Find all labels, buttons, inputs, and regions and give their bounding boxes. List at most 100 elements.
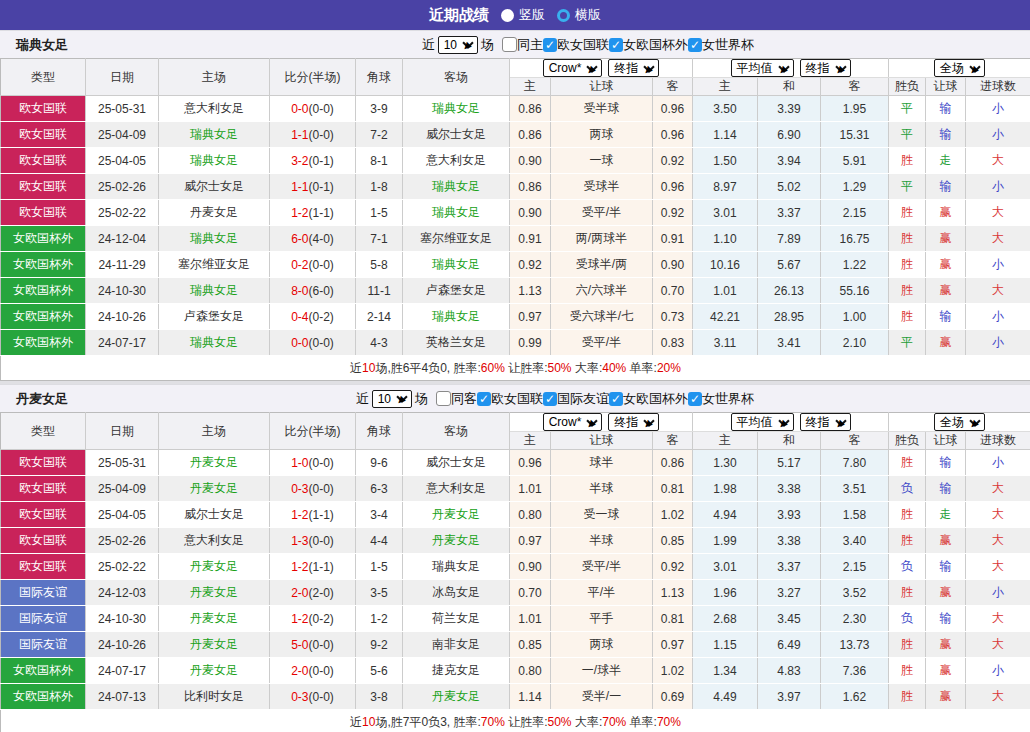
- goals-result: 大: [966, 684, 1030, 710]
- period-select[interactable]: 全场 ▼: [934, 413, 985, 431]
- competition-badge: 欧女国联: [1, 528, 86, 554]
- competition-checkbox[interactable]: ✓: [609, 392, 623, 406]
- column-header: 类型: [1, 413, 86, 450]
- win-loss-result: 胜: [889, 632, 926, 658]
- avg-draw-odds: 5.67: [758, 252, 821, 278]
- radio-vertical-icon: [501, 9, 514, 22]
- avg-home-odds: 1.15: [693, 632, 758, 658]
- summary-row: 近10场,胜6平4负0, 胜率:60% 让胜率:50% 大率:40% 单率:20…: [1, 356, 1030, 381]
- away-odds: 1.02: [653, 502, 693, 528]
- matches-count-select[interactable]: 10▼: [438, 36, 478, 54]
- competition-checkbox[interactable]: ✓: [688, 38, 702, 52]
- home-odds: 1.13: [510, 278, 551, 304]
- chevron-down-icon: ▼: [969, 61, 980, 72]
- avg-home-odds: 42.21: [693, 304, 758, 330]
- matches-count-select[interactable]: 10▼: [372, 390, 412, 408]
- handicap: 受六球半/七: [551, 304, 653, 330]
- match-date: 24-11-29: [86, 252, 159, 278]
- competition-badge: 欧女国联: [1, 200, 86, 226]
- bookmaker-select[interactable]: Crow*▼: [543, 413, 603, 431]
- radio-vertical[interactable]: 竖版: [501, 6, 545, 24]
- bookmaker-select[interactable]: Crow*▼: [543, 59, 603, 77]
- match-row: 女欧国杯外 24-07-17 丹麦女足 2-0(0-0) 5-6 捷克女足 0.…: [1, 658, 1030, 684]
- match-date: 25-04-05: [86, 502, 159, 528]
- home-odds: 0.86: [510, 122, 551, 148]
- competition-label: 欧女国联: [491, 390, 543, 408]
- match-score: 1-2(1-1): [270, 502, 356, 528]
- radio-vertical-label: 竖版: [519, 6, 545, 24]
- sub-column-header: 和: [758, 432, 821, 450]
- fulltime-score: 1-1: [291, 128, 308, 142]
- match-score: 5-0(0-0): [270, 632, 356, 658]
- away-team: 丹麦女足: [403, 528, 510, 554]
- home-odds: 0.86: [510, 174, 551, 200]
- match-row: 女欧国杯外 24-07-17 瑞典女足 0-0(0-0) 4-3 英格兰女足 0…: [1, 330, 1030, 356]
- match-row: 欧女国联 25-02-22 丹麦女足 1-2(1-1) 1-5 瑞典女足 0.9…: [1, 200, 1030, 226]
- filter-controls: 近10▼场同客✓欧女国联✓国际友谊✓女欧国杯外✓女世界杯: [356, 390, 754, 408]
- win-loss-result: 胜: [889, 200, 926, 226]
- fulltime-score: 1-2: [291, 560, 308, 574]
- same-side-checkbox[interactable]: [502, 37, 517, 52]
- home-team: 丹麦女足: [159, 632, 270, 658]
- chevron-down-icon: ▼: [644, 415, 655, 426]
- win-loss-result: 胜: [889, 528, 926, 554]
- goals-result: 大: [966, 476, 1030, 502]
- handicap-result: 赢: [926, 632, 966, 658]
- avg-time-select[interactable]: 终指 ▼: [800, 59, 851, 77]
- handicap: 六/六球半: [551, 278, 653, 304]
- home-team: 瑞典女足: [159, 226, 270, 252]
- competition-checkbox[interactable]: ✓: [609, 38, 623, 52]
- competition-badge: 女欧国杯外: [1, 278, 86, 304]
- radio-horizontal[interactable]: 横版: [557, 6, 601, 24]
- home-team: 瑞典女足: [159, 122, 270, 148]
- average-select[interactable]: 平均值▼: [731, 413, 794, 431]
- column-header: 主场: [159, 59, 270, 96]
- avg-draw-odds: 5.02: [758, 174, 821, 200]
- avg-away-odds: 3.51: [821, 476, 889, 502]
- fulltime-score: 1-2: [291, 612, 308, 626]
- avg-away-odds: 7.80: [821, 450, 889, 476]
- competition-checkbox[interactable]: ✓: [543, 392, 557, 406]
- period-select[interactable]: 全场▼: [934, 59, 985, 77]
- home-odds: 0.97: [510, 304, 551, 330]
- average-select[interactable]: 平均值▼: [731, 59, 794, 77]
- avg-away-odds: 15.31: [821, 122, 889, 148]
- chevron-down-icon: ▼: [835, 61, 846, 72]
- same-side-checkbox[interactable]: [436, 391, 451, 406]
- sub-column-header: 进球数: [966, 78, 1030, 96]
- handicap: 一球: [551, 148, 653, 174]
- corner-score: 3-5: [356, 580, 403, 606]
- competition-badge: 欧女国联: [1, 96, 86, 122]
- handicap-result: 输: [926, 122, 966, 148]
- win-loss-result: 胜: [889, 658, 926, 684]
- goals-result: 小: [966, 658, 1030, 684]
- win-loss-result: 负: [889, 476, 926, 502]
- odds-time-select[interactable]: 终指▼: [608, 413, 659, 431]
- competition-badge: 欧女国联: [1, 122, 86, 148]
- corner-score: 9-6: [356, 450, 403, 476]
- same-side-label: 同主: [517, 36, 543, 54]
- handicap: 两/两球半: [551, 226, 653, 252]
- fulltime-score: 1-3: [291, 534, 308, 548]
- handicap: 受半球: [551, 96, 653, 122]
- competition-checkbox[interactable]: ✓: [688, 392, 702, 406]
- fulltime-score: 0-4: [291, 310, 308, 324]
- chevron-down-icon: ▼: [835, 415, 846, 426]
- odds-time-select[interactable]: 终指▼: [608, 59, 659, 77]
- competition-checkbox[interactable]: ✓: [543, 38, 557, 52]
- avg-time-select-value: 终指: [806, 60, 830, 77]
- handicap: 受一球: [551, 502, 653, 528]
- competition-checkbox[interactable]: ✓: [477, 392, 491, 406]
- chevron-down-icon: ▼: [969, 415, 980, 426]
- column-header: 客场: [403, 413, 510, 450]
- period-select-value: 全场: [940, 414, 964, 431]
- halftime-score: (0-2): [309, 310, 334, 324]
- avg-draw-odds: 3.45: [758, 606, 821, 632]
- avg-away-odds: 3.40: [821, 528, 889, 554]
- avg-draw-odds: 4.83: [758, 658, 821, 684]
- fulltime-score: 1-2: [291, 206, 308, 220]
- avg-time-select[interactable]: 终指▼: [800, 413, 851, 431]
- avg-draw-odds: 3.39: [758, 96, 821, 122]
- fulltime-score: 8-0: [291, 284, 308, 298]
- match-score: 1-3(0-0): [270, 528, 356, 554]
